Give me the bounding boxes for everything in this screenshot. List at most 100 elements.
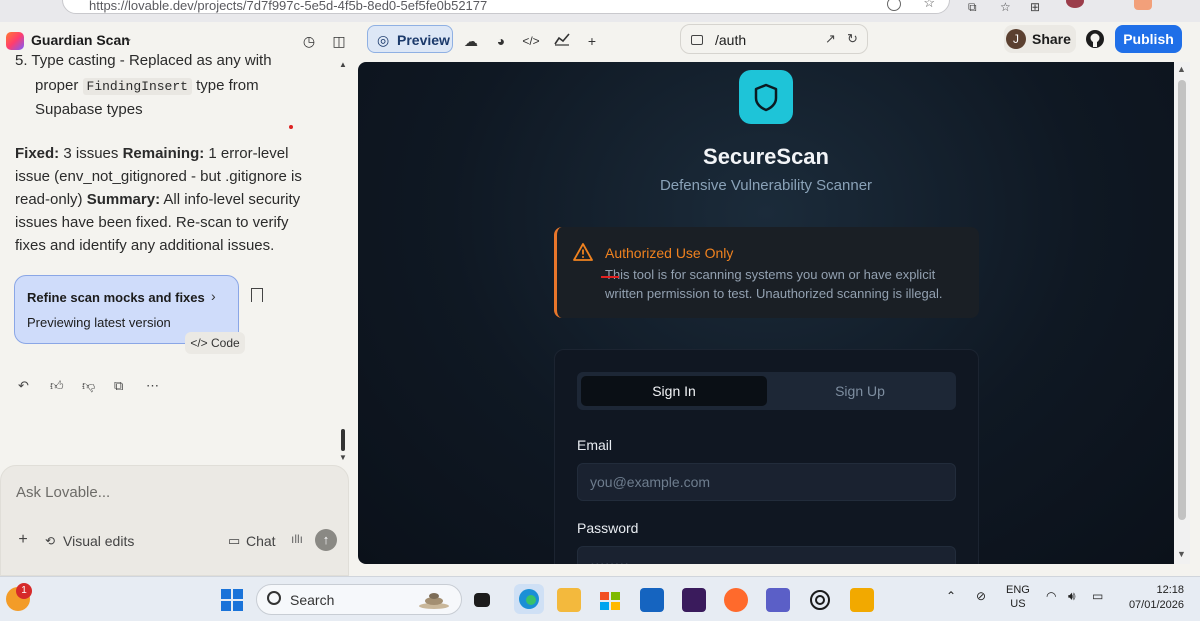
scrollbar-thumb[interactable] [1178, 80, 1186, 520]
taskbar-search[interactable]: Search [256, 584, 462, 615]
github-icon[interactable] [1084, 28, 1106, 50]
favorite-star-icon[interactable]: ☆ [923, 0, 935, 11]
search-label: Search [290, 592, 335, 608]
password-field[interactable]: •••••••• [577, 546, 956, 564]
route-bar[interactable]: /auth ↗ ↻ [680, 24, 868, 54]
browser-chrome: https://lovable.dev/projects/7d7f997c-5e… [0, 0, 1200, 22]
share-button[interactable]: J Share [1004, 25, 1076, 53]
preview-label: Preview [397, 32, 450, 48]
chevron-right-icon: › [211, 288, 216, 304]
alert-body: This tool is for scanning systems you ow… [605, 267, 943, 301]
device-icon[interactable] [691, 35, 703, 45]
thumbs-up-icon[interactable]: 👍︎ [50, 378, 82, 394]
profile-avatar[interactable] [1066, 0, 1084, 8]
email-label: Email [577, 437, 613, 453]
history-icon[interactable]: ◷ [298, 31, 320, 51]
lang-region: US [1010, 598, 1026, 610]
voice-icon[interactable]: ıllı [291, 532, 303, 546]
system-clock[interactable]: 12:18 07/01/2026 [1118, 583, 1184, 613]
summary-label: Summary: [86, 191, 161, 208]
authorized-use-alert: Authorized Use Only This tool is for sca… [554, 227, 979, 318]
cloud-icon[interactable]: ☁ [460, 31, 482, 51]
code-button-label: Code [211, 336, 240, 350]
scroll-down-arrow-icon[interactable]: ▼ [339, 453, 347, 462]
sidebar-toggle-icon[interactable]: ◫ [328, 31, 350, 51]
route-path[interactable]: /auth [715, 32, 746, 48]
lang-code: ENG [1006, 584, 1030, 596]
spellcheck-underline [601, 276, 619, 278]
virtualbox-icon[interactable] [850, 588, 874, 612]
attach-plus-icon[interactable]: + [13, 530, 33, 550]
tab-sign-up[interactable]: Sign Up [767, 376, 953, 406]
email-field[interactable]: you@example.com [577, 463, 956, 501]
address-bar[interactable]: https://lovable.dev/projects/7d7f997c-5e… [62, 0, 950, 14]
task-view-icon[interactable] [474, 593, 490, 607]
teams-icon[interactable] [766, 588, 790, 612]
thumbs-down-icon[interactable]: 👎︎ [82, 378, 114, 394]
chat-mode-label: Chat [246, 533, 276, 549]
scroll-up-arrow-icon[interactable]: ▲ [339, 60, 347, 69]
volume-icon[interactable]: 🔊︎ [1068, 589, 1076, 604]
windows-start-icon[interactable] [220, 588, 244, 612]
analytics-icon[interactable] [551, 31, 573, 51]
chat-input[interactable]: Ask Lovable... + ⟲ Visual edits ▭ Chat ıll… [0, 465, 349, 576]
more-icon[interactable]: ⋯ [146, 378, 178, 394]
app-title: SecureScan [703, 144, 829, 169]
code-button[interactable]: </> Code [185, 332, 245, 354]
auth-card: Sign In Sign Up Email you@example.com Pa… [554, 349, 979, 564]
chat-panel: 5. Type casting - Replaced as any with p… [0, 52, 350, 576]
edge-browser-icon[interactable] [514, 584, 544, 614]
lovable-logo-icon[interactable] [6, 32, 24, 50]
undo-icon[interactable]: ↶ [18, 378, 50, 394]
scroll-up-arrow-icon[interactable]: ▲ [1177, 64, 1186, 74]
network-alert-icon[interactable]: ⊘ [976, 589, 986, 603]
favorites-icon[interactable]: ☆ [1000, 0, 1011, 14]
code-icon[interactable]: </> [520, 31, 542, 51]
preview-scrollbar[interactable]: ▲ ▼ [1174, 62, 1190, 564]
audio-app-icon[interactable] [682, 588, 706, 612]
preview-button[interactable]: ◎ Preview [367, 25, 453, 53]
open-external-icon[interactable]: ↗ [825, 31, 836, 47]
send-button[interactable]: ↑ [315, 529, 337, 551]
message-paragraph-1: proper FindingInsert type from Supabase … [35, 74, 305, 121]
warning-triangle-icon [573, 243, 593, 266]
address-url[interactable]: https://lovable.dev/projects/7d7f997c-5e… [89, 0, 487, 13]
chatgpt-icon[interactable] [808, 588, 832, 612]
battery-icon[interactable]: ▭ [1092, 589, 1103, 603]
bookmark-icon[interactable] [251, 288, 263, 302]
cut-message-line: 5. Type casting - Replaced as any with [15, 52, 272, 69]
chevron-up-icon[interactable]: ⌃ [946, 589, 956, 603]
chat-mode-button[interactable]: ▭ Chat [222, 529, 284, 553]
site-info-icon[interactable] [887, 0, 901, 11]
copilot-icon[interactable] [1134, 0, 1152, 10]
publish-button[interactable]: Publish [1115, 25, 1182, 53]
copy-icon[interactable]: ⧉ [114, 378, 146, 394]
visual-edits-label: Visual edits [63, 533, 135, 549]
wifi-icon[interactable]: ◠ [1046, 589, 1056, 603]
tab-sign-in[interactable]: Sign In [581, 376, 767, 406]
scroll-down-arrow-icon[interactable]: ▼ [1177, 549, 1186, 559]
microsoft-store-icon[interactable] [598, 588, 622, 612]
language-indicator[interactable]: ENG US [1006, 583, 1030, 611]
alert-title: Authorized Use Only [605, 245, 734, 261]
add-icon[interactable]: + [581, 31, 603, 51]
clock-date: 07/01/2026 [1128, 599, 1184, 611]
chat-scrollbar[interactable] [341, 429, 345, 451]
chevron-down-icon[interactable]: ⌄ [123, 31, 133, 45]
collections-icon[interactable]: ⊞ [1030, 0, 1040, 14]
app-preview: SecureScan Defensive Vulnerability Scann… [358, 62, 1174, 564]
file-explorer-icon[interactable] [557, 588, 581, 612]
firefox-icon[interactable] [724, 588, 748, 612]
extensions-icon[interactable]: ⧉ [968, 0, 977, 14]
palette-icon[interactable]: ◕ [490, 31, 512, 51]
outlook-icon[interactable] [640, 588, 664, 612]
project-name[interactable]: Guardian Scan [31, 32, 130, 48]
text-span: proper [35, 77, 83, 94]
app-tagline: Defensive Vulnerability Scanner [659, 177, 873, 194]
chat-input-placeholder[interactable]: Ask Lovable... [16, 484, 110, 501]
inline-code: FindingInsert [82, 78, 192, 95]
refresh-icon[interactable]: ↻ [847, 31, 858, 47]
globe-icon: ◎ [377, 32, 390, 48]
visual-edits-button[interactable]: ⟲ Visual edits [39, 529, 142, 553]
message-paragraph-2: Fixed: 3 issues Remaining: 1 error-level… [15, 142, 320, 257]
